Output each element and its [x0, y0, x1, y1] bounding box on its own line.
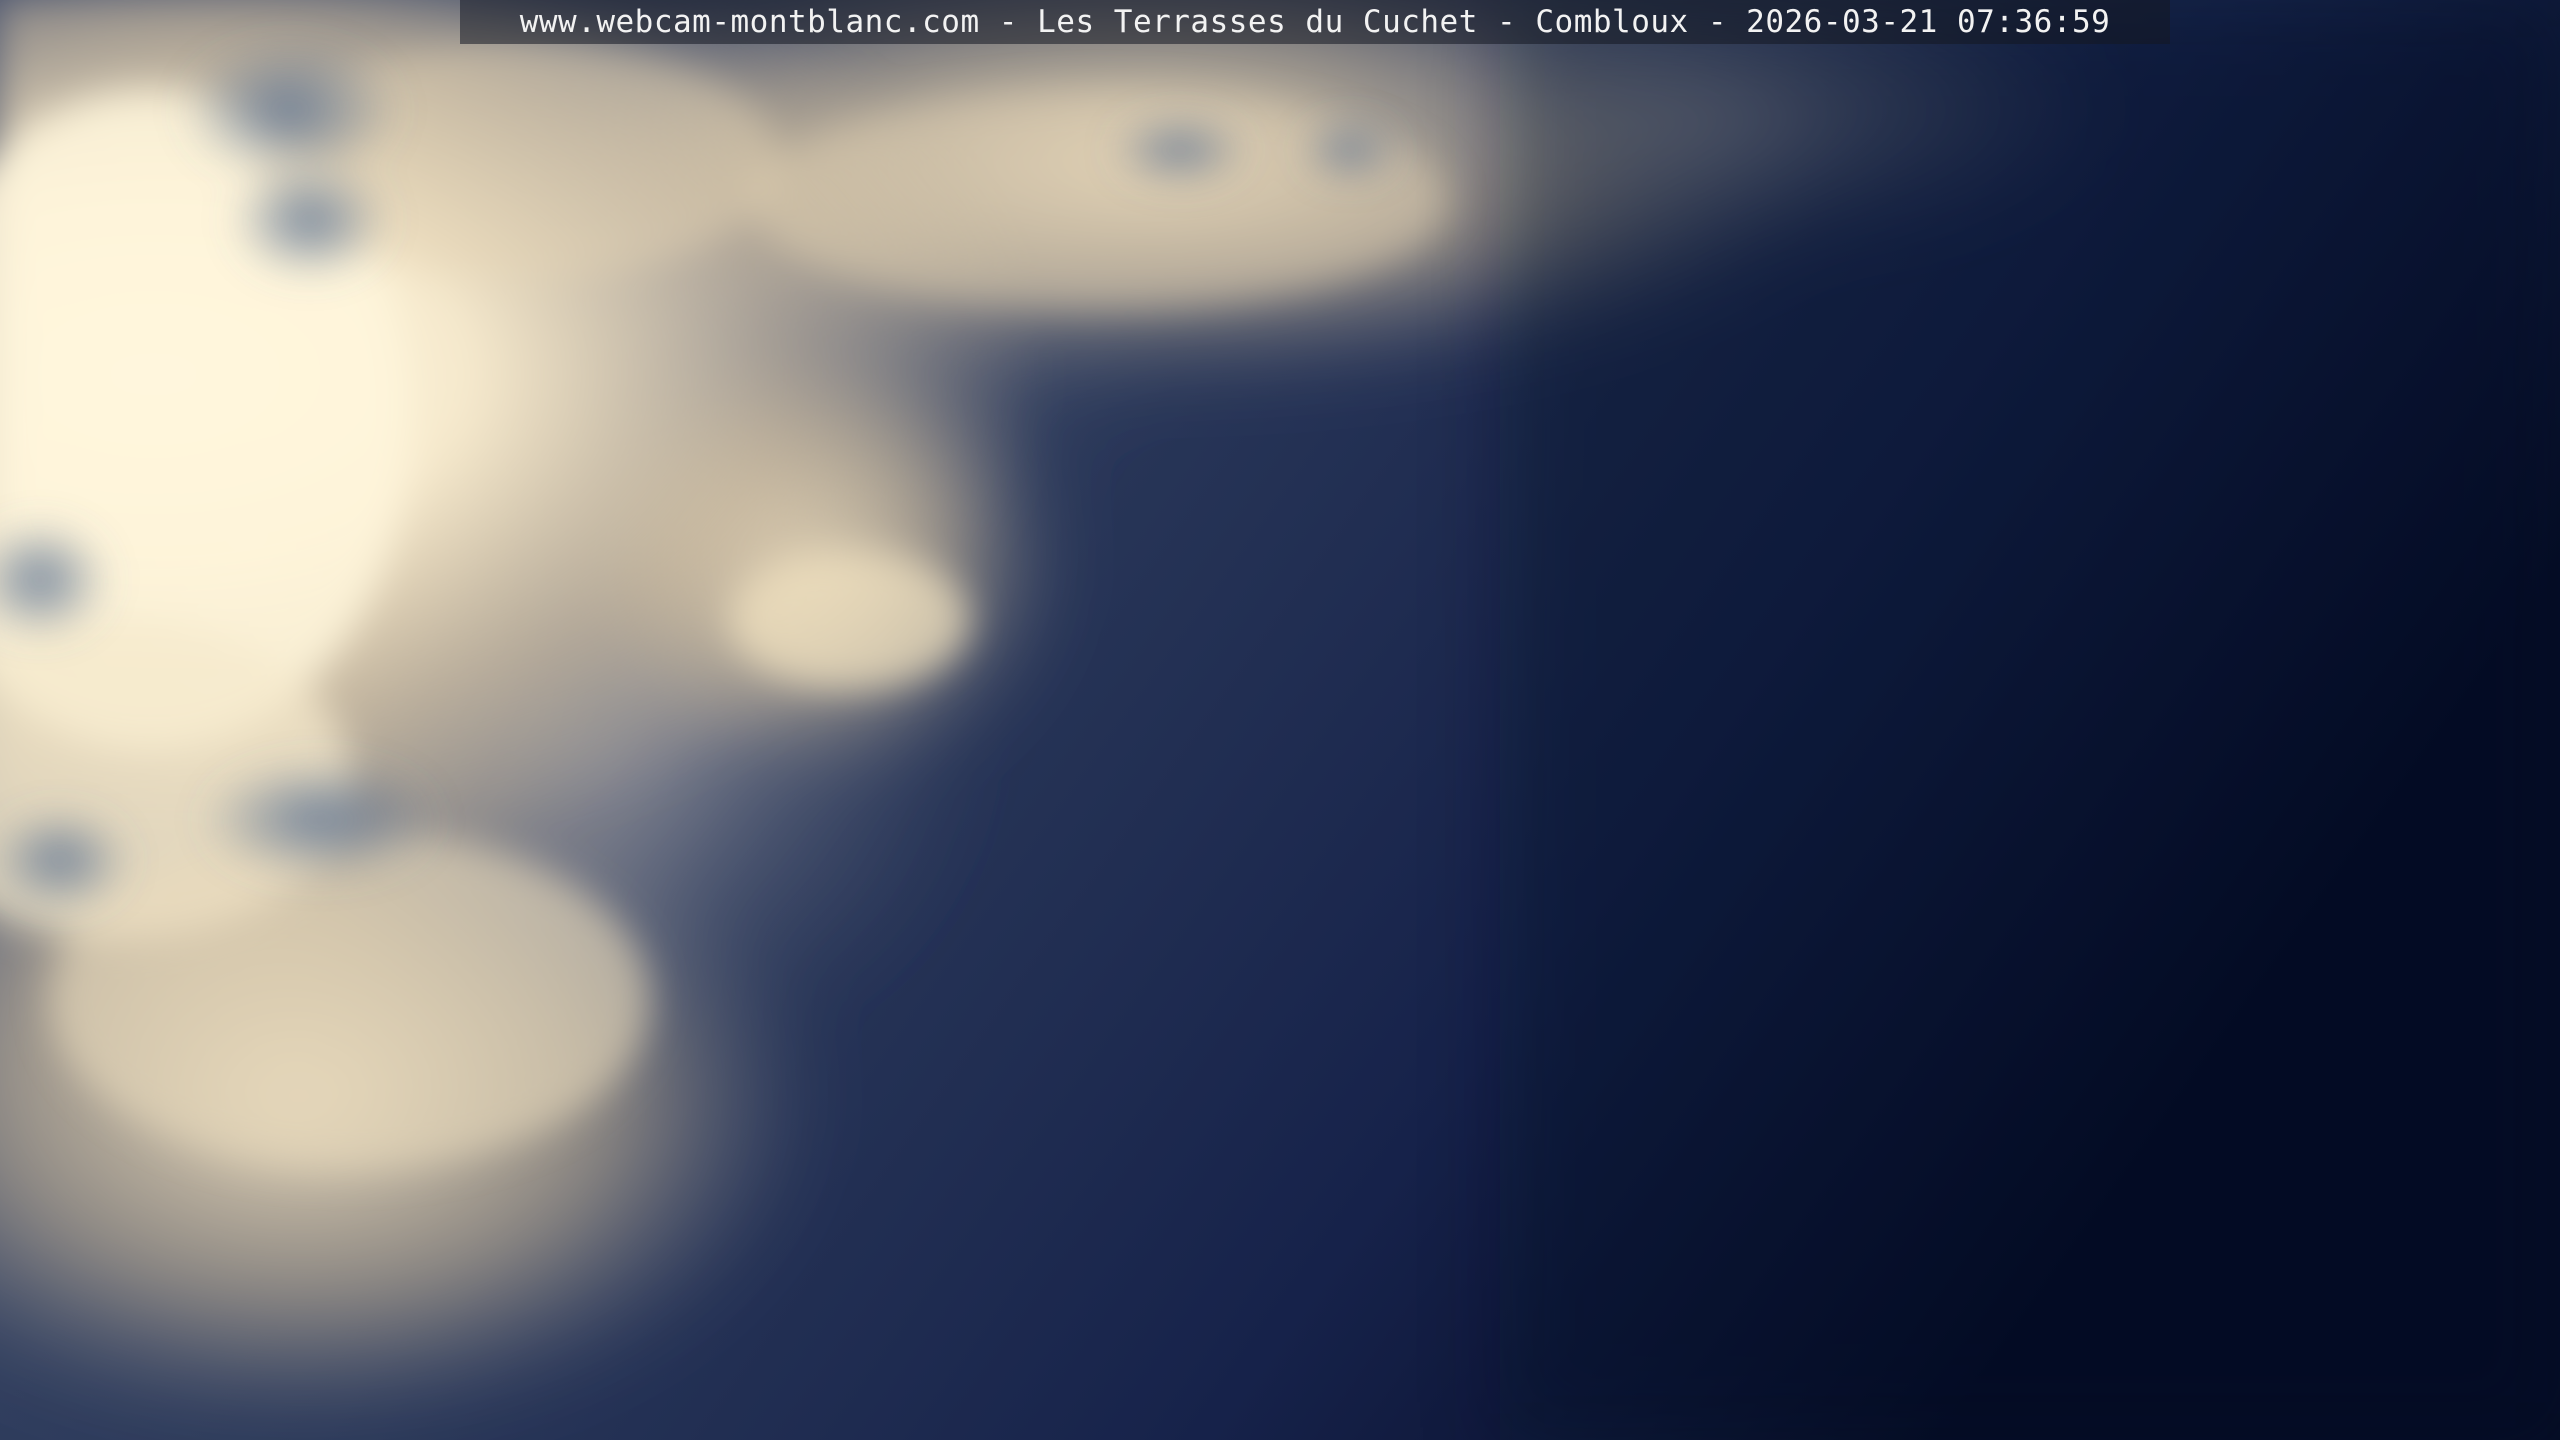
sky-photo	[0, 0, 2560, 1440]
webcam-frame: www.webcam-montblanc.com - Les Terrasses…	[0, 0, 2560, 1440]
dark-sky-shade	[1500, 0, 2560, 1440]
webcam-caption-bar: www.webcam-montblanc.com - Les Terrasses…	[460, 0, 2170, 44]
webcam-caption: www.webcam-montblanc.com - Les Terrasses…	[519, 4, 2111, 40]
